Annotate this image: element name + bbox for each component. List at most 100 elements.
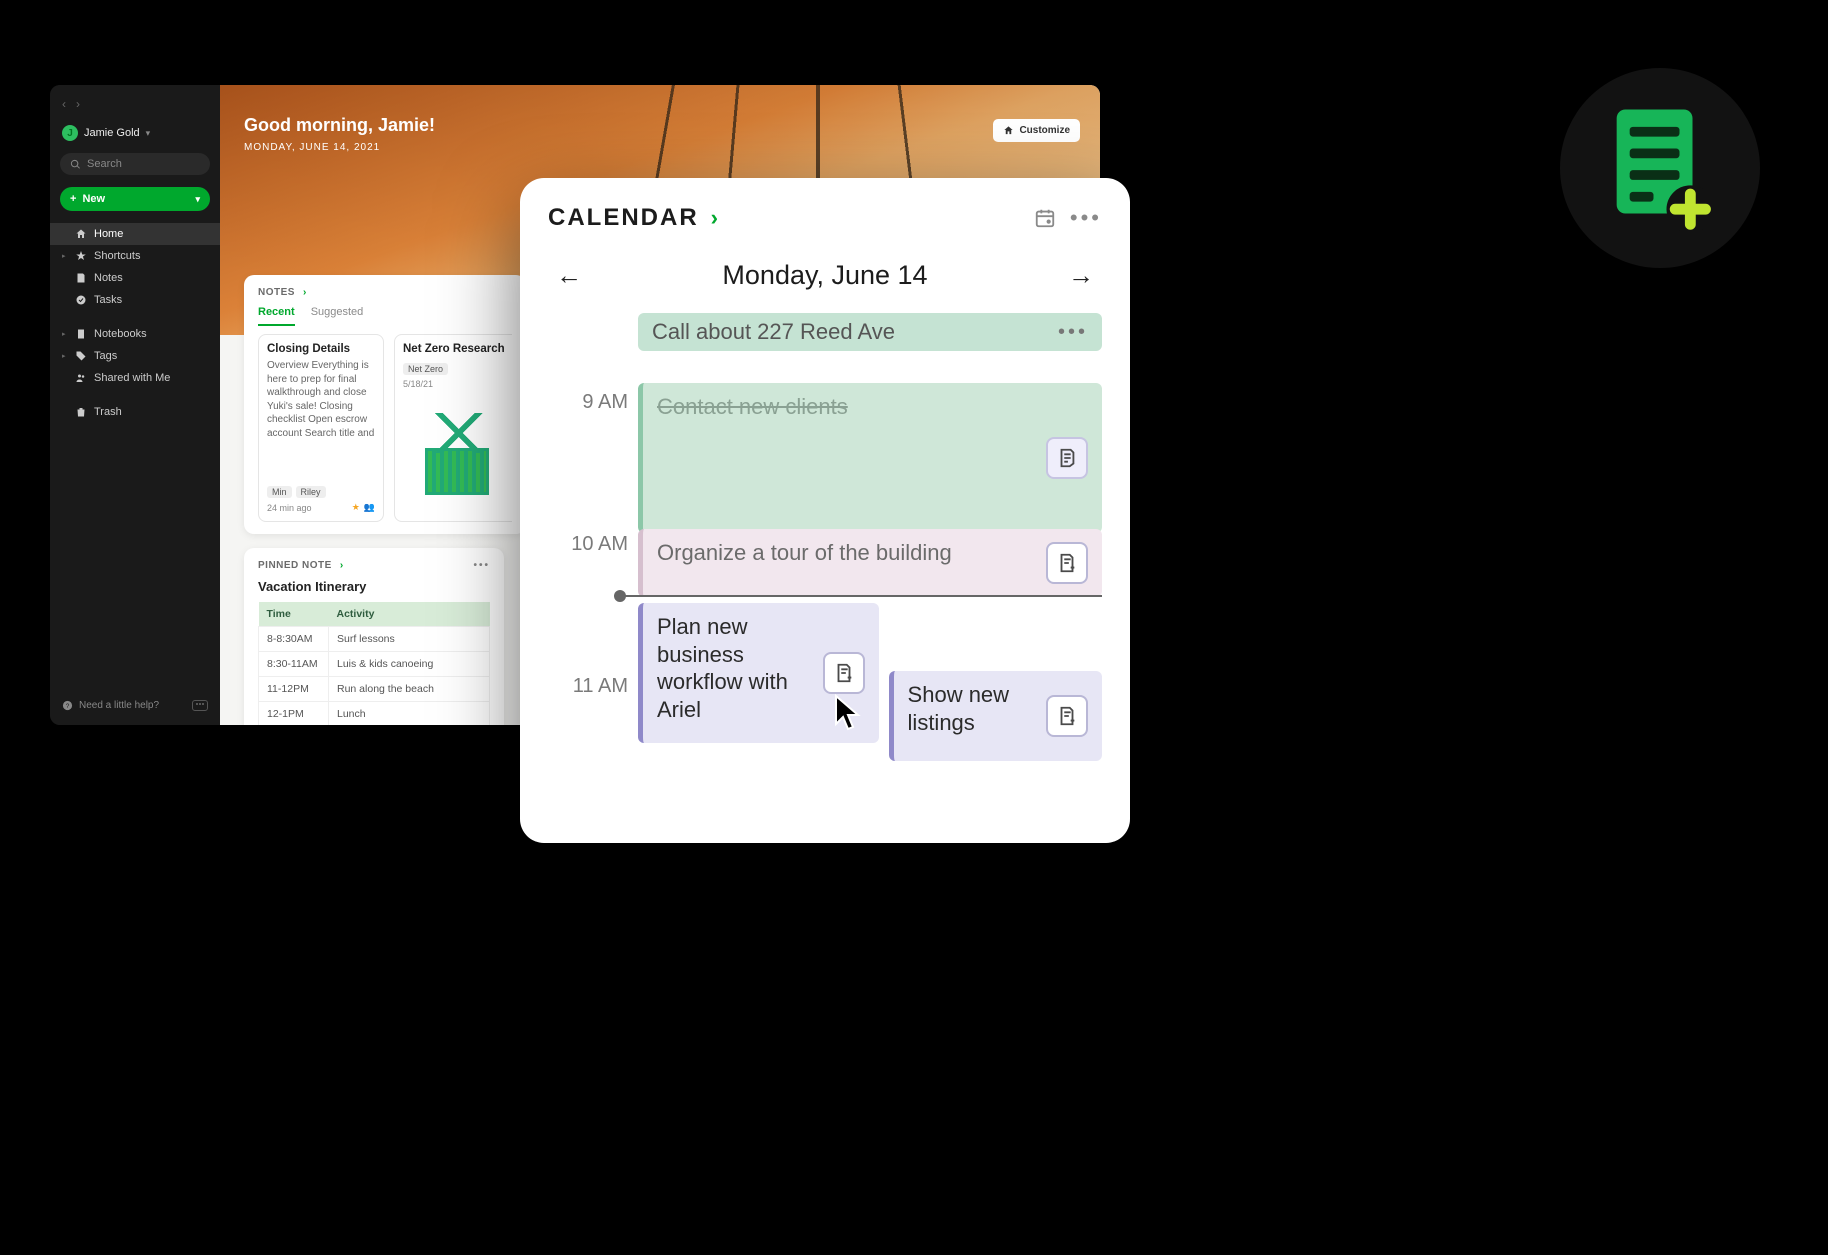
calendar-date-nav: ← Monday, June 14 → [548,256,1102,295]
sidebar-footer: ? Need a little help? [50,694,220,717]
nav-tags[interactable]: ▸ Tags [50,345,220,367]
nav-label: Trash [94,406,122,418]
event-tour[interactable]: Organize a tour of the building [638,529,1102,597]
chip: Min [267,486,292,498]
customize-button[interactable]: Customize [993,119,1080,142]
help-link[interactable]: Need a little help? [79,700,159,711]
add-note-button[interactable] [1046,695,1088,737]
hour-label: 9 AM [548,391,628,414]
nav-tasks[interactable]: Tasks [50,289,220,311]
new-button[interactable]: + New ▾ [60,187,210,211]
hero-date: MONDAY, JUNE 14, 2021 [244,142,1076,153]
keyboard-icon[interactable] [192,700,208,711]
nav-label: Notebooks [94,328,147,340]
table-row: 8-8:30AMSurf lessons [259,627,490,652]
people-icon: 👥 [364,502,375,513]
event-title: Contact new clients [657,393,1034,421]
chevron-down-icon: ▾ [195,194,200,205]
nav-label: Tasks [94,294,122,306]
tag-icon [75,350,87,362]
note-chips: Min Riley [267,486,375,498]
chip: Riley [296,486,326,498]
meta-time: 24 min ago [267,503,312,513]
itinerary-table: Time Activity 8-8:30AMSurf lessons 8:30-… [258,602,490,725]
note-card[interactable]: Net Zero Research Net Zero 5/18/21 [394,334,512,522]
sidebar: ‹ › J Jamie Gold ▾ Search + New ▾ Home ▸ [50,85,220,725]
user-menu[interactable]: J Jamie Gold ▾ [50,121,220,149]
nav-back-icon[interactable]: ‹ [62,97,66,111]
hour-label: 10 AM [548,533,628,556]
people-icon [75,372,87,384]
widget-title: NOTES [258,287,295,298]
chevron-right-icon[interactable]: › [340,560,344,571]
pinned-widget: PINNED NOTE › ••• Vacation Itinerary Tim… [244,548,504,725]
add-note-button[interactable] [823,652,865,694]
trash-icon [75,406,87,418]
nav-label: Home [94,228,123,240]
event-title: Plan new business workflow with Ariel [657,613,811,723]
nav-trash[interactable]: Trash [50,401,220,423]
allday-event[interactable]: Call about 227 Reed Ave ••• [638,313,1102,351]
secondary-nav: ▸ Notebooks ▸ Tags Shared with Me [50,323,220,389]
hour-label: 11 AM [548,675,628,698]
tab-recent[interactable]: Recent [258,306,295,326]
nav-forward-icon[interactable]: › [76,97,80,111]
table-row: 11-12PMRun along the beach [259,677,490,702]
nav-label: Tags [94,350,117,362]
calendar-grid: 9 AM 10 AM 11 AM Contact new clients Org… [548,363,1102,803]
calendar-header: CALENDAR › ••• [548,204,1102,232]
more-icon[interactable]: ••• [473,560,490,571]
history-nav: ‹ › [50,93,220,121]
nav-shared[interactable]: Shared with Me [50,367,220,389]
tertiary-nav: Trash [50,401,220,423]
chevron-right-icon[interactable]: › [303,287,307,298]
notes-tabs: Recent Suggested [258,306,512,326]
widget-title: PINNED NOTE [258,560,332,571]
event-show[interactable]: Show new listings [889,671,1102,761]
open-note-button[interactable] [1046,437,1088,479]
nav-label: Shortcuts [94,250,140,262]
allday-row: Call about 227 Reed Ave ••• [638,313,1102,351]
nav-home[interactable]: Home [50,223,220,245]
add-note-button[interactable] [1046,542,1088,584]
note-title: Net Zero Research [403,343,511,355]
star-icon [75,250,87,262]
note-thumbnail [403,393,511,513]
note-chips: Net Zero [403,363,511,375]
tab-suggested[interactable]: Suggested [311,306,364,326]
home-icon [75,228,87,240]
event-title: Show new listings [908,681,1034,736]
pinned-note-title: Vacation Itinerary [258,579,490,594]
nav-notebooks[interactable]: ▸ Notebooks [50,323,220,345]
nav-label: Notes [94,272,123,284]
prev-day-button[interactable]: ← [548,256,590,295]
next-day-button[interactable]: → [1060,256,1102,295]
search-input[interactable]: Search [60,153,210,175]
note-cards: Closing Details Overview Everything is h… [258,334,512,522]
search-icon [70,159,81,170]
note-card[interactable]: Closing Details Overview Everything is h… [258,334,384,522]
meta-time: 5/18/21 [403,379,433,389]
more-icon[interactable]: ••• [1070,205,1102,231]
nav-notes[interactable]: Notes [50,267,220,289]
nav-shortcuts[interactable]: ▸ Shortcuts [50,245,220,267]
table-row: 12-1PMLunch [259,702,490,726]
chevron-down-icon: ▾ [146,128,151,139]
note-title: Closing Details [267,343,375,355]
star-icon: ★ [352,502,360,513]
customize-icon [1003,125,1014,136]
primary-nav: Home ▸ Shortcuts Notes Tasks [50,223,220,311]
new-note-badge[interactable] [1560,68,1760,268]
calendar-date: Monday, June 14 [722,260,927,291]
more-icon[interactable]: ••• [1058,321,1088,344]
note-meta: 5/18/21 [403,379,511,389]
event-contact[interactable]: Contact new clients [638,383,1102,533]
help-icon: ? [62,700,73,711]
col-activity: Activity [329,602,490,627]
calendar-widget: CALENDAR › ••• ← Monday, June 14 → Call … [520,178,1130,843]
event-plan[interactable]: Plan new business workflow with Ariel [638,603,879,743]
chevron-right-icon[interactable]: › [711,205,718,231]
greeting: Good morning, Jamie! [244,115,1076,136]
events-column: Contact new clients Organize a tour of t… [638,363,1102,803]
calendar-icon[interactable] [1032,205,1058,231]
